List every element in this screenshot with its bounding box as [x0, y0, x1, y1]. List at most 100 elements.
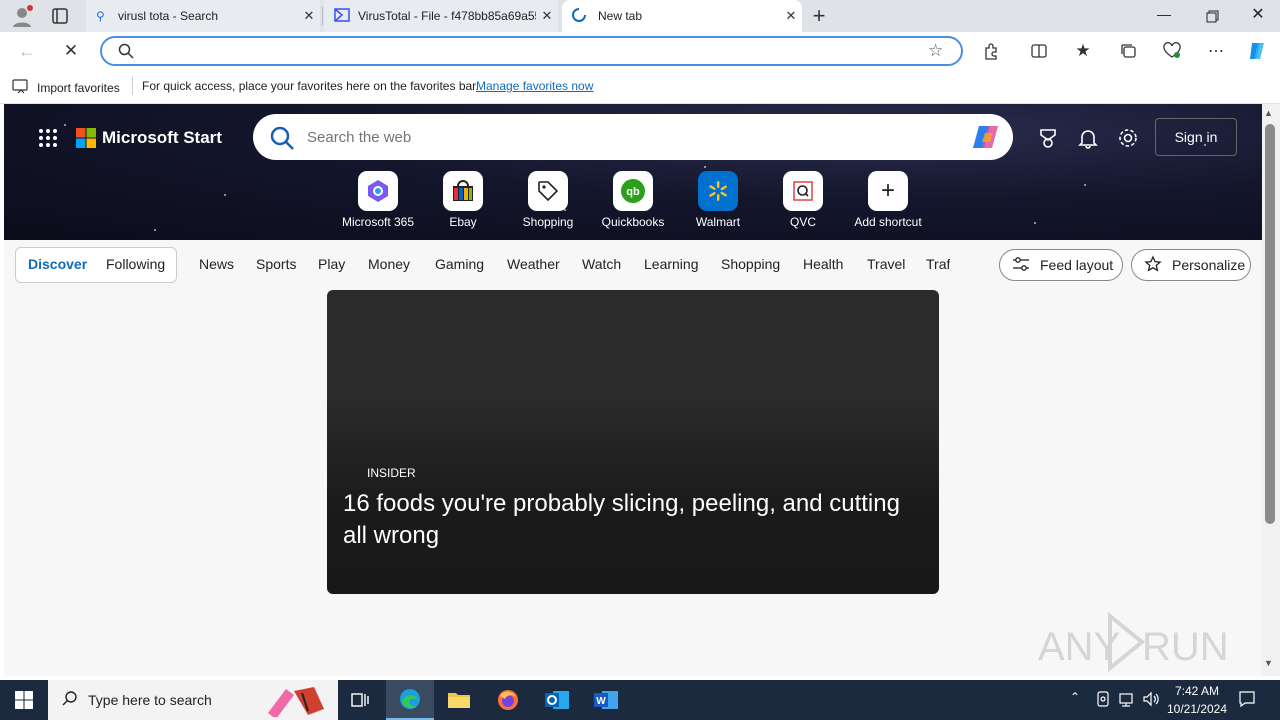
close-tab-icon[interactable]: ✕ [298, 8, 320, 24]
favorite-star-icon[interactable]: ☆ [928, 41, 943, 61]
personalize-star-icon [1144, 254, 1162, 276]
close-tab-icon[interactable]: ✕ [536, 8, 558, 24]
stop-loading-icon[interactable]: ✕ [56, 36, 86, 66]
category-shopping[interactable]: Shopping [721, 256, 780, 272]
virustotal-icon [334, 7, 358, 25]
close-window-button[interactable]: ✕ [1244, 4, 1272, 26]
shortcut-microsoft-365[interactable]: Microsoft 365 [333, 171, 423, 229]
category-weather[interactable]: Weather [507, 256, 560, 272]
shortcut-shopping[interactable]: Shopping [503, 171, 593, 229]
start-button[interactable] [0, 680, 48, 720]
show-hidden-icons-icon[interactable]: ⌃ [1070, 690, 1080, 704]
import-icon [12, 78, 30, 97]
browser-essentials-icon[interactable] [1157, 36, 1187, 66]
scroll-up-icon[interactable]: ▲ [1264, 108, 1273, 118]
network-icon[interactable] [1118, 691, 1136, 712]
tab-title: virusl tota - Search [118, 9, 219, 23]
qvc-icon [783, 171, 823, 211]
search-icon [269, 125, 295, 156]
tab-discover[interactable]: Discover [28, 256, 87, 272]
apps-launcher-icon[interactable] [38, 128, 58, 148]
category-learning[interactable]: Learning [644, 256, 699, 272]
settings-gear-icon[interactable] [1117, 127, 1139, 154]
clock-date[interactable]: 10/21/2024 [1162, 702, 1232, 716]
shortcut-ebay[interactable]: Ebay [418, 171, 508, 229]
search-icon [62, 690, 78, 711]
task-view-icon[interactable] [336, 680, 384, 720]
category-watch[interactable]: Watch [582, 256, 621, 272]
settings-more-icon[interactable]: ⋯ [1201, 36, 1231, 66]
collections-icon[interactable] [1113, 36, 1143, 66]
personalize-label: Personalize [1172, 257, 1246, 273]
favorites-icon[interactable]: ★︎ [1068, 36, 1098, 66]
shortcut-walmart[interactable]: Walmart [673, 171, 763, 229]
feed-layout-label: Feed layout [1040, 257, 1114, 273]
clock-time[interactable]: 7:42 AM [1166, 684, 1228, 698]
search-icon [118, 43, 134, 64]
taskbar-search[interactable]: Type here to search [48, 680, 338, 720]
tab-actions-icon[interactable] [50, 6, 70, 26]
tab-separator [322, 7, 323, 25]
shortcut-qvc[interactable]: QVC [758, 171, 848, 229]
search-tab-icon: ⚲ [96, 9, 105, 23]
category-traffic[interactable]: Traf [926, 256, 950, 272]
shortcut-quickbooks[interactable]: qb Quickbooks [588, 171, 678, 229]
web-search-input[interactable] [307, 126, 947, 148]
web-search-box[interactable] [253, 114, 1013, 160]
microsoft-365-icon [358, 171, 398, 211]
extensions-icon[interactable] [976, 36, 1006, 66]
favorites-divider [132, 77, 133, 95]
category-sports[interactable]: Sports [256, 256, 296, 272]
category-health[interactable]: Health [803, 256, 843, 272]
address-bar[interactable]: ☆ [100, 36, 963, 66]
minimize-button[interactable]: — [1150, 6, 1178, 26]
category-travel[interactable]: Travel [867, 256, 905, 272]
tab-new-tab[interactable]: New tab ✕ [562, 0, 802, 32]
new-tab-button[interactable]: + [808, 4, 830, 28]
scroll-down-icon[interactable]: ▼ [1264, 658, 1273, 668]
category-play[interactable]: Play [318, 256, 345, 272]
restore-button[interactable] [1198, 6, 1226, 26]
tab-search[interactable]: ⚲ virusl tota - Search ✕ [86, 0, 320, 32]
file-explorer-icon[interactable] [435, 680, 483, 720]
search-highlight-icon [264, 683, 330, 720]
category-news[interactable]: News [199, 256, 234, 272]
manage-favorites-link[interactable]: Manage favorites now [476, 79, 593, 93]
news-card[interactable]: INSIDER 16 foods you're probably slicing… [327, 290, 939, 594]
category-gaming[interactable]: Gaming [435, 256, 484, 272]
shortcut-add[interactable]: + Add shortcut [843, 171, 933, 229]
plus-icon: + [868, 171, 908, 211]
close-tab-icon[interactable]: ✕ [780, 8, 802, 24]
outlook-icon[interactable] [533, 680, 581, 720]
sign-in-button[interactable]: Sign in [1155, 118, 1237, 156]
back-arrow-icon[interactable]: ← [12, 36, 42, 66]
address-input[interactable] [138, 42, 918, 60]
edge-taskbar-icon[interactable] [386, 680, 434, 720]
volume-icon[interactable] [1142, 691, 1160, 712]
import-favorites-button[interactable]: Import favorites [12, 78, 120, 97]
profile-avatar[interactable] [10, 4, 34, 28]
device-status-icon[interactable] [1096, 691, 1110, 712]
svg-text:W: W [596, 696, 606, 707]
feed-layout-button[interactable]: Feed layout [999, 249, 1123, 281]
tab-following[interactable]: Following [106, 256, 165, 272]
copilot-icon[interactable] [1242, 36, 1272, 66]
shopping-tag-icon [528, 171, 568, 211]
notification-center-icon[interactable] [1238, 690, 1256, 713]
firefox-icon[interactable] [484, 680, 532, 720]
word-icon[interactable]: W [582, 680, 630, 720]
card-headline[interactable]: 16 foods you're probably slicing, peelin… [343, 488, 923, 552]
microsoft-logo-icon [76, 128, 96, 148]
tab-virustotal[interactable]: VirusTotal - File - f478bb85a69a55 ✕ [324, 0, 558, 32]
taskbar-search-placeholder: Type here to search [88, 692, 212, 708]
brand-title[interactable]: Microsoft Start [102, 128, 222, 148]
category-money[interactable]: Money [368, 256, 410, 272]
tab-title: VirusTotal - File - f478bb85a69a55 [358, 9, 536, 23]
split-screen-icon[interactable] [1024, 36, 1054, 66]
card-source: INSIDER [367, 466, 416, 480]
copilot-icon[interactable] [971, 123, 1001, 156]
notifications-bell-icon[interactable] [1077, 127, 1099, 154]
personalize-button[interactable]: Personalize [1131, 249, 1251, 281]
scrollbar-thumb[interactable] [1265, 124, 1275, 524]
rewards-icon[interactable] [1037, 127, 1059, 154]
